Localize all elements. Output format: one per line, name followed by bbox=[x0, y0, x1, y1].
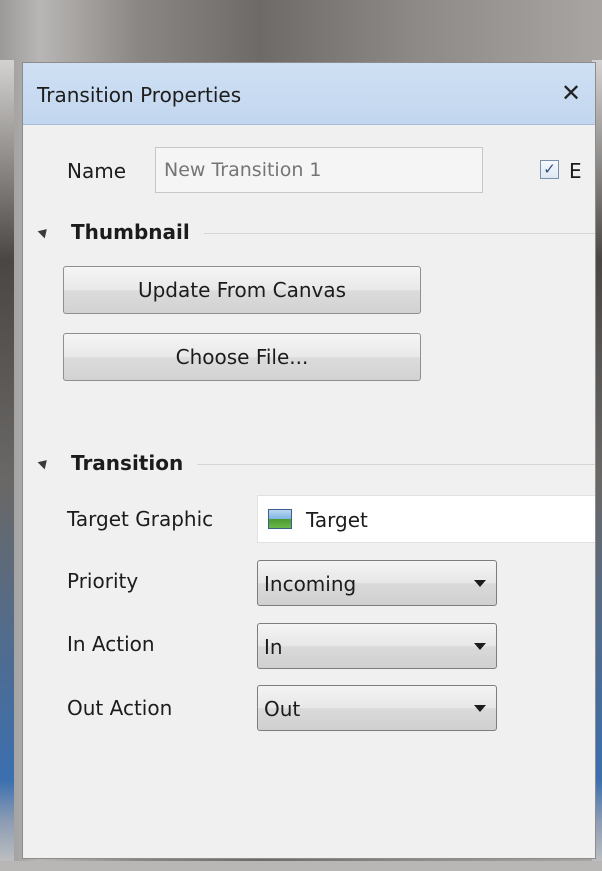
frame-edge-left bbox=[0, 60, 14, 871]
priority-label: Priority bbox=[67, 569, 139, 593]
in-action-value: In bbox=[264, 635, 283, 659]
panel-title: Transition Properties bbox=[37, 83, 242, 107]
choose-file-button[interactable]: Choose File... bbox=[63, 333, 421, 381]
panel-titlebar: Transition Properties ✕ bbox=[23, 63, 595, 125]
transition-properties-panel: Transition Properties ✕ Name ✓ E Thumbna… bbox=[22, 62, 596, 859]
chevron-down-icon bbox=[474, 643, 486, 650]
enabled-checkbox[interactable]: ✓ bbox=[540, 160, 559, 179]
collapse-triangle-icon[interactable] bbox=[37, 456, 51, 470]
collapse-triangle-icon[interactable] bbox=[37, 225, 51, 239]
update-from-canvas-button[interactable]: Update From Canvas bbox=[63, 266, 421, 314]
name-input[interactable] bbox=[155, 147, 483, 193]
frame-edge-bottom bbox=[0, 861, 602, 871]
in-action-dropdown[interactable]: In bbox=[257, 623, 497, 669]
enabled-checkbox-label: E bbox=[569, 159, 582, 183]
image-icon bbox=[268, 509, 292, 529]
transition-section-header[interactable]: Transition bbox=[37, 451, 595, 479]
in-action-label: In Action bbox=[67, 632, 155, 656]
target-graphic-field[interactable]: Target bbox=[257, 495, 595, 543]
priority-value: Incoming bbox=[264, 572, 357, 596]
transition-section-label: Transition bbox=[71, 451, 198, 475]
close-icon[interactable]: ✕ bbox=[557, 79, 585, 107]
priority-dropdown[interactable]: Incoming bbox=[257, 560, 497, 606]
name-label: Name bbox=[67, 159, 127, 183]
target-graphic-value: Target bbox=[306, 508, 368, 532]
chevron-down-icon bbox=[474, 705, 486, 712]
target-graphic-label: Target Graphic bbox=[67, 507, 214, 531]
out-action-label: Out Action bbox=[67, 696, 173, 720]
out-action-value: Out bbox=[264, 697, 301, 721]
out-action-dropdown[interactable]: Out bbox=[257, 685, 497, 731]
thumbnail-section-header[interactable]: Thumbnail bbox=[37, 220, 595, 248]
thumbnail-section-label: Thumbnail bbox=[71, 220, 204, 244]
chevron-down-icon bbox=[474, 580, 486, 587]
